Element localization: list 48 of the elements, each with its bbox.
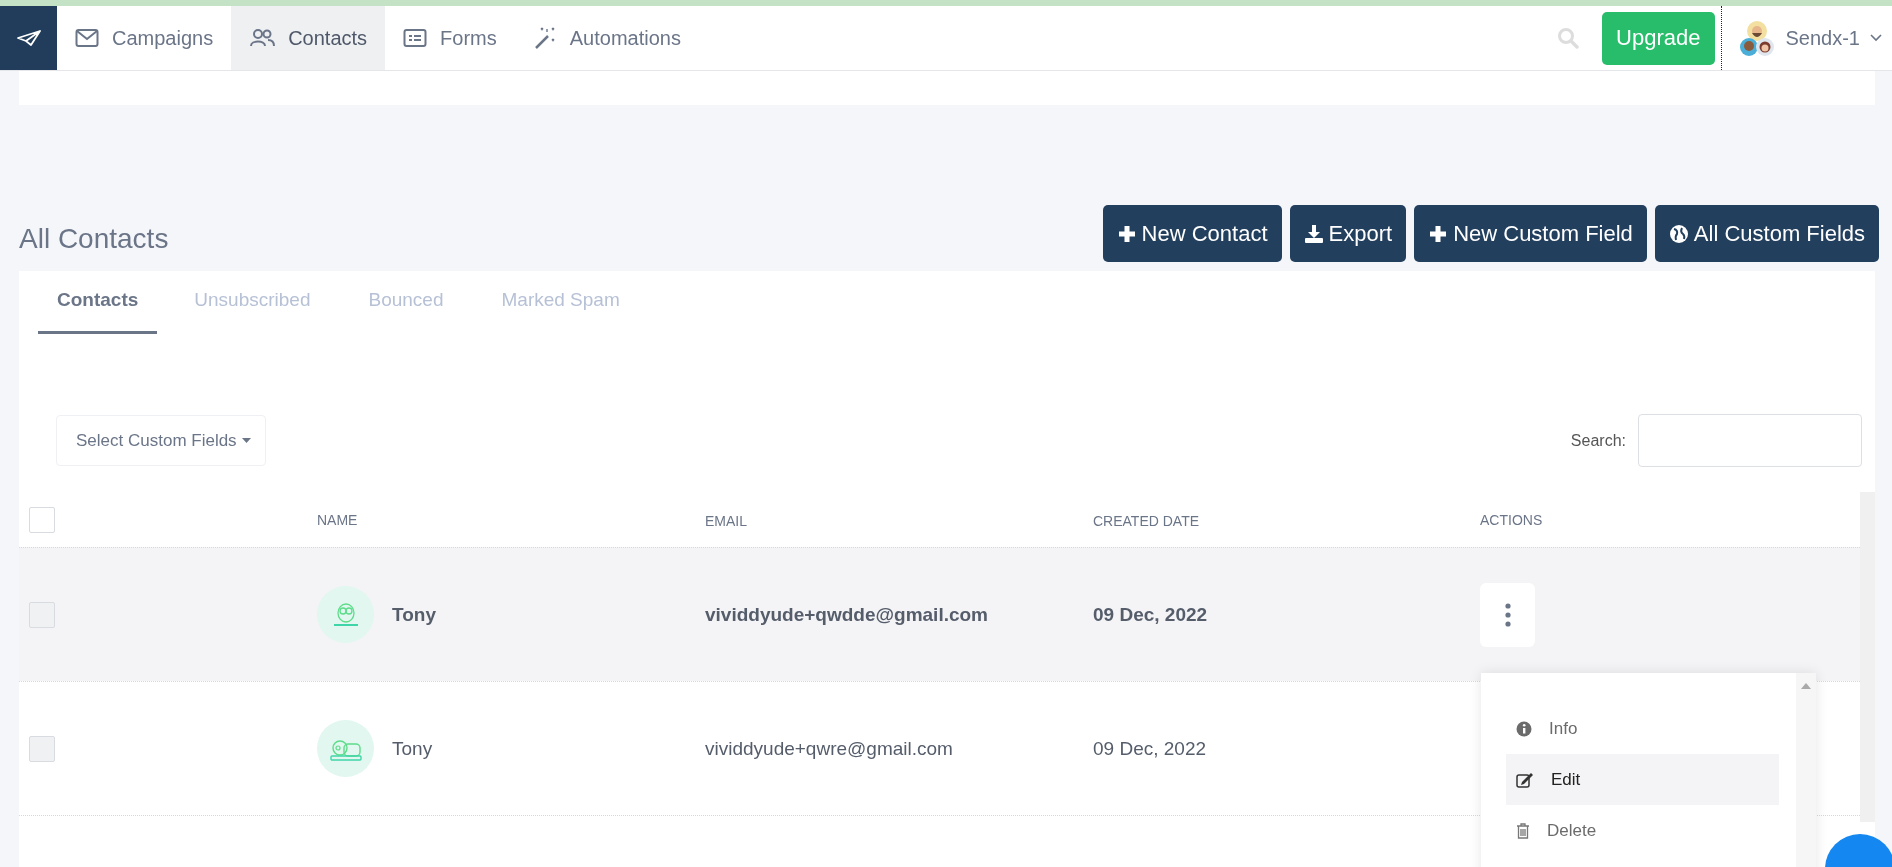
- contact-email: vividdyude+qwre@gmail.com: [705, 737, 953, 759]
- row-checkbox[interactable]: [29, 735, 55, 762]
- chevron-down-icon: [1870, 34, 1882, 42]
- created-date: 09 Dec, 2022: [1093, 737, 1207, 759]
- contact-email: vividdyude+qwdde@gmail.com: [705, 603, 988, 625]
- more-actions-button[interactable]: [1480, 582, 1535, 647]
- people-icon: [249, 28, 276, 48]
- table-row[interactable]: Tony vividdyude+qwdde@gmail.com 09 Dec, 2022: [19, 547, 1860, 681]
- scrollbar[interactable]: [1860, 492, 1875, 822]
- menu-item[interactable]: Edit: [1506, 754, 1779, 805]
- menu-item[interactable]: Info: [1506, 703, 1779, 754]
- contact-name: Tony: [392, 737, 433, 760]
- trash-icon: [1516, 822, 1530, 839]
- column-header: ACTIONS: [1480, 511, 1543, 528]
- filter-tab[interactable]: Contacts: [38, 271, 158, 334]
- form-icon: [403, 28, 428, 48]
- contact-name: Tony: [392, 603, 436, 626]
- download-icon: [1303, 223, 1324, 244]
- scroll-up-arrow-icon[interactable]: [1801, 683, 1811, 689]
- plus-icon: [1428, 223, 1449, 244]
- toolbar-button[interactable]: Export: [1289, 205, 1407, 262]
- nav-tab[interactable]: Automations: [514, 6, 699, 70]
- envelope-icon: [75, 28, 99, 48]
- nav-tab[interactable]: Campaigns: [57, 6, 232, 70]
- toolbar-button[interactable]: New Custom Field: [1414, 205, 1647, 262]
- toolbar-button[interactable]: All Custom Fields: [1654, 205, 1879, 262]
- nav-tab[interactable]: Contacts: [231, 6, 386, 70]
- info-icon: [1516, 720, 1532, 737]
- column-header: CREATED DATE: [1093, 512, 1200, 529]
- edit-icon: [1516, 771, 1534, 788]
- search-field[interactable]: [1638, 414, 1862, 467]
- nav-tab[interactable]: Forms: [385, 6, 515, 70]
- account-menu[interactable]: Sendx-1: [1720, 6, 1892, 70]
- custom-fields-dropdown[interactable]: Select Custom Fields: [56, 415, 266, 466]
- search-label: Search:: [1570, 431, 1626, 450]
- vertical-dots-icon: [1504, 602, 1511, 627]
- search-icon[interactable]: [1557, 27, 1580, 49]
- avatar-group-icon: [1737, 19, 1776, 57]
- row-checkbox[interactable]: [29, 601, 55, 628]
- toolbar-button[interactable]: New Contact: [1102, 205, 1282, 262]
- column-header: EMAIL: [705, 512, 747, 529]
- page-title: All Contacts: [19, 222, 169, 255]
- paper-plane-logo[interactable]: [0, 6, 57, 70]
- column-header: NAME: [317, 511, 358, 528]
- caret-icon: [241, 438, 251, 443]
- select-all-checkbox[interactable]: [29, 506, 55, 533]
- plus-icon: [1116, 223, 1137, 244]
- created-date: 09 Dec, 2022: [1093, 603, 1208, 625]
